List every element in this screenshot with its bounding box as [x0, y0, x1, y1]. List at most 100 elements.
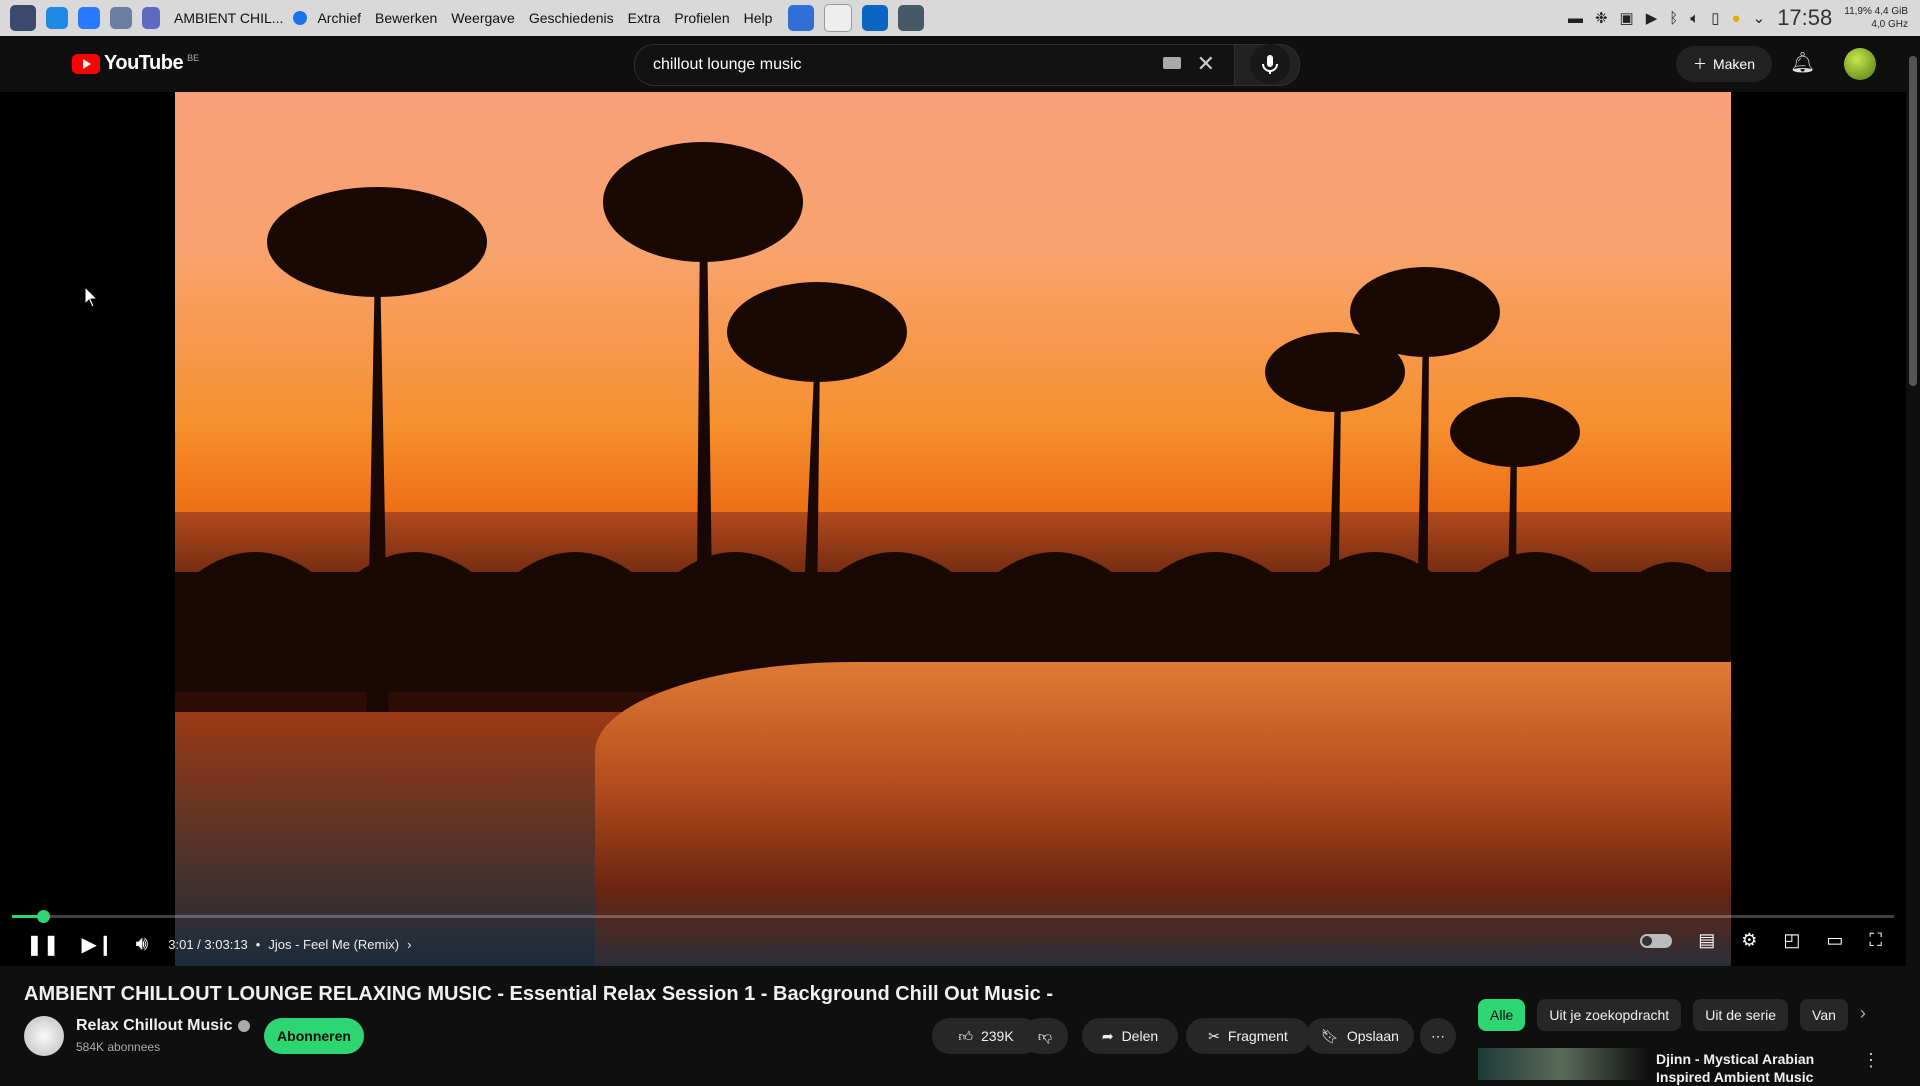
player-controls: ❚❚ ▶❙ 🔊︎ 3:01 / 3:03:13 • Jjos - Feel Me… [0, 922, 1906, 966]
files-icon[interactable] [824, 4, 853, 32]
youtube-play-icon [72, 53, 100, 74]
menu-archief[interactable]: Archief [317, 10, 361, 26]
page-scrollbar[interactable] [1906, 36, 1920, 1080]
chapter-chevron-icon[interactable]: › [407, 937, 411, 952]
subtitles-icon[interactable]: ▤ [1698, 930, 1715, 951]
pause-icon[interactable]: ❚❚ [26, 932, 60, 957]
clipboard-icon[interactable]: ▣ [1620, 9, 1634, 27]
scissors-icon: ✂ [1208, 1027, 1220, 1044]
create-button[interactable]: ＋ Maken [1676, 46, 1772, 82]
channel-name[interactable]: Relax Chillout Music [76, 1017, 232, 1034]
clip-button[interactable]: ✂ Fragment [1186, 1018, 1310, 1054]
bluetooth-icon[interactable]: ᛒ [1669, 10, 1678, 27]
pool-right [595, 662, 1731, 966]
system-monitor: 11,9% 4,4 GiB 4,0 GHz [1844, 5, 1908, 31]
thumbs-up-icon: 👍︎ [958, 1027, 973, 1044]
chapter-title[interactable]: Jjos - Feel Me (Remix) [268, 937, 399, 952]
chapter-separator: • [255, 936, 261, 952]
volume-icon[interactable]: 🔊︎ [136, 933, 149, 956]
miniplayer-icon[interactable]: ◰ [1783, 930, 1800, 951]
window-title: AMBIENT CHIL... [174, 10, 284, 26]
player-right-controls: ▤ ⚙ ◰ ▭ ⛶ [1640, 930, 1882, 951]
microphone-icon [1262, 55, 1278, 74]
menu-extra[interactable]: Extra [628, 10, 661, 26]
menu-profielen[interactable]: Profielen [674, 10, 729, 26]
battery-icon[interactable]: ▯ [1711, 9, 1719, 27]
dislike-button[interactable]: 👎︎ [1022, 1018, 1068, 1054]
weather-icon[interactable]: ● [1732, 10, 1741, 27]
menu-help[interactable]: Help [744, 10, 773, 26]
fullscreen-icon[interactable]: ⛶ [1869, 930, 1882, 951]
verified-badge-icon [238, 1019, 251, 1032]
sys-line-1: 11,9% 4,4 GiB [1844, 6, 1908, 17]
menu-geschiedenis[interactable]: Geschiedenis [529, 10, 614, 26]
search-box: ✕ [634, 44, 1236, 86]
chevron-down-icon[interactable]: ⌄ [1753, 9, 1766, 27]
settings-gear-icon[interactable]: ⚙ [1741, 930, 1757, 951]
folder-icon[interactable] [78, 7, 100, 29]
music-note-icon[interactable] [142, 7, 160, 29]
search-input[interactable] [651, 55, 1115, 75]
keyboard-icon[interactable] [1163, 57, 1181, 69]
progress-bar[interactable] [12, 910, 1894, 923]
bookmark-icon: 🔖︎ [1321, 1027, 1339, 1044]
clock[interactable]: 17:58 [1777, 5, 1832, 31]
clip-label: Fragment [1227, 1028, 1288, 1044]
mouse-cursor-icon [84, 286, 98, 308]
chip-uit-de-serie[interactable]: Uit de serie [1693, 999, 1789, 1031]
youtube-logo[interactable]: YouTube BE [72, 52, 199, 75]
sys-line-2: 4,0 GHz [1871, 19, 1908, 30]
create-label: Maken [1712, 56, 1756, 72]
notes-icon[interactable]: ▬ [1568, 10, 1583, 27]
recommendation-thumbnail[interactable] [1478, 1048, 1646, 1080]
media-play-icon[interactable]: ▶ [1646, 9, 1658, 27]
notifications-bell-icon[interactable]: 🔔︎ [1790, 50, 1815, 75]
autoplay-toggle[interactable] [1640, 934, 1673, 948]
youtube-header: YouTube BE ✕ ＋ Maken 🔔︎ [0, 36, 1920, 92]
settings-tray-icon[interactable]: ❉ [1595, 9, 1608, 27]
video-title: AMBIENT CHILLOUT LOUNGE RELAXING MUSIC -… [24, 983, 1054, 1005]
volume-icon[interactable]: 🔈︎ [1690, 10, 1699, 27]
browser-shield-icon[interactable] [788, 5, 815, 31]
chips-next-chevron-icon[interactable]: › [1860, 1003, 1866, 1031]
clear-search-icon[interactable]: ✕ [1197, 51, 1215, 77]
more-horizontal-icon: ⋯ [1431, 1027, 1445, 1044]
country-code: BE [187, 52, 200, 63]
eye-app-icon[interactable] [898, 5, 925, 31]
theater-mode-icon[interactable]: ▭ [1826, 930, 1843, 951]
channel-avatar[interactable] [24, 1016, 64, 1056]
share-label: Delen [1121, 1028, 1159, 1044]
like-count: 239K [980, 1028, 1014, 1044]
chip-alle[interactable]: Alle [1478, 999, 1526, 1031]
voice-search-button[interactable] [1250, 44, 1290, 84]
video-frame[interactable] [175, 92, 1731, 966]
next-icon[interactable]: ▶❙ [82, 932, 114, 957]
chip-van[interactable]: Van [1800, 999, 1848, 1031]
subscriber-count: 584K abonnees [76, 1040, 161, 1054]
menu-weergave[interactable]: Weergave [451, 10, 515, 26]
recommendation-chips: Alle Uit je zoekopdracht Uit de serie Va… [1478, 999, 1866, 1031]
time-display: 3:01 / 3:03:13 [168, 936, 248, 952]
share-button[interactable]: ➦ Delen [1082, 1018, 1178, 1054]
user-avatar[interactable] [1844, 48, 1876, 80]
save-label: Opslaan [1346, 1028, 1399, 1044]
more-actions-button[interactable]: ⋯ [1420, 1018, 1456, 1054]
channel-name-row[interactable]: Relax Chillout Music [76, 1017, 251, 1035]
subscribe-button[interactable]: Abonneren [264, 1018, 364, 1054]
chip-uit-je-zoekopdracht[interactable]: Uit je zoekopdracht [1537, 999, 1682, 1031]
app-circle-icon[interactable] [862, 5, 889, 31]
file-manager-icon[interactable] [46, 7, 68, 29]
recommendation-title[interactable]: Djinn - Mystical Arabian Inspired Ambien… [1656, 1050, 1856, 1086]
save-button[interactable]: 🔖︎ Opslaan [1306, 1018, 1414, 1054]
recommendation-menu-icon[interactable]: ⋮ [1862, 1050, 1880, 1071]
logo-text: YouTube [104, 52, 184, 74]
app-launcher-icon[interactable] [10, 5, 36, 31]
network-icon[interactable] [110, 7, 132, 29]
thumbs-down-icon: 👎︎ [1037, 1027, 1053, 1044]
video-player[interactable]: ❚❚ ▶❙ 🔊︎ 3:01 / 3:03:13 • Jjos - Feel Me… [0, 92, 1906, 966]
os-top-bar: AMBIENT CHIL... Archief Bewerken Weergav… [0, 0, 1920, 36]
scrollbar-thumb[interactable] [1909, 56, 1917, 386]
share-icon: ➦ [1101, 1027, 1114, 1044]
app-menu: Archief Bewerken Weergave Geschiedenis E… [317, 10, 772, 26]
menu-bewerken[interactable]: Bewerken [375, 10, 437, 26]
